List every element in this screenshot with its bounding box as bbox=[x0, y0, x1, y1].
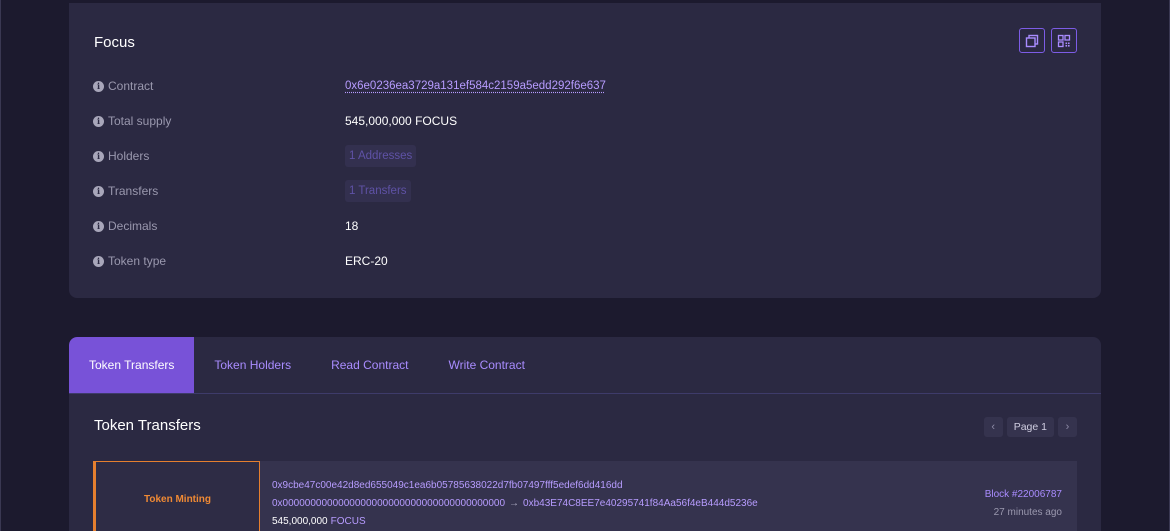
tx-meta: Block #22006787 27 minutes ago bbox=[985, 486, 1062, 522]
detail-row-holders: i Holders 1 Addresses bbox=[93, 145, 417, 167]
detail-row-transfers: i Transfers 1 Transfers bbox=[93, 180, 411, 202]
tab-bar: Token Transfers Token Holders Read Contr… bbox=[69, 337, 1101, 394]
copy-icon bbox=[1025, 34, 1039, 47]
holders-badge[interactable]: 1 Addresses bbox=[345, 145, 417, 167]
token-title: Focus bbox=[94, 34, 135, 51]
info-icon: i bbox=[93, 255, 104, 267]
tab-write-contract[interactable]: Write Contract bbox=[428, 337, 544, 393]
token-details-card: Focus i Contract 0x6e0236ea3729a131ef584… bbox=[69, 3, 1101, 298]
detail-label: Total supply bbox=[108, 114, 172, 128]
contract-address-link[interactable]: 0x6e0236ea3729a131ef584c2159a5edd292f6e6… bbox=[345, 80, 606, 92]
tx-amount: 545,000,000 bbox=[272, 515, 328, 527]
detail-row-total-supply: i Total supply 545,000,000 FOCUS bbox=[93, 111, 457, 131]
token-tabs-card: Token Transfers Token Holders Read Contr… bbox=[69, 337, 1101, 531]
info-icon: i bbox=[93, 115, 104, 127]
to-address-link[interactable]: 0xb43E74C8EE7e40295741f84Aa56f4eB444d523… bbox=[523, 498, 758, 509]
transfers-badge[interactable]: 1 Transfers bbox=[345, 180, 411, 202]
tab-token-holders[interactable]: Token Holders bbox=[194, 337, 311, 393]
detail-label: Holders bbox=[108, 149, 150, 163]
detail-label: Contract bbox=[108, 79, 154, 93]
info-icon: i bbox=[93, 150, 104, 162]
total-supply-value: 545,000,000 FOCUS bbox=[345, 114, 458, 128]
tx-timestamp: 27 minutes ago bbox=[993, 507, 1062, 518]
page-indicator: Page 1 bbox=[1006, 417, 1054, 437]
detail-row-decimals: i Decimals 18 bbox=[93, 216, 358, 236]
tx-details: 0x9cbe47c00e42d8ed655049c1ea6b0578563802… bbox=[272, 476, 758, 530]
copy-button[interactable] bbox=[1019, 28, 1045, 53]
detail-label: Token type bbox=[108, 254, 167, 268]
detail-row-token-type: i Token type ERC-20 bbox=[93, 251, 388, 271]
table-row: Token Minting 0x9cbe47c00e42d8ed655049c1… bbox=[93, 461, 1077, 531]
info-icon: i bbox=[93, 80, 104, 92]
token-symbol-link[interactable]: FOCUS bbox=[331, 516, 366, 527]
tab-read-contract[interactable]: Read Contract bbox=[311, 337, 428, 393]
chevron-left-icon[interactable]: ‹ bbox=[983, 417, 1003, 437]
block-link[interactable]: Block #22006787 bbox=[985, 486, 1062, 504]
section-title: Token Transfers bbox=[94, 417, 201, 434]
info-icon: i bbox=[93, 220, 104, 232]
detail-label: Transfers bbox=[108, 184, 159, 198]
tab-token-transfers[interactable]: Token Transfers bbox=[69, 337, 195, 393]
arrow-right-icon: → bbox=[509, 497, 520, 509]
qr-code-button[interactable] bbox=[1051, 28, 1077, 53]
pagination: ‹ Page 1 › bbox=[983, 417, 1077, 437]
tx-hash-link[interactable]: 0x9cbe47c00e42d8ed655049c1ea6b0578563802… bbox=[272, 480, 623, 491]
qr-code-icon bbox=[1057, 34, 1071, 47]
detail-label: Decimals bbox=[108, 219, 158, 233]
window-edge-left bbox=[0, 0, 1, 531]
card-action-buttons bbox=[1019, 28, 1077, 53]
token-type-value: ERC-20 bbox=[345, 254, 388, 268]
tx-type-badge: Token Minting bbox=[93, 461, 260, 531]
detail-row-contract: i Contract 0x6e0236ea3729a131ef584c2159a… bbox=[93, 76, 606, 96]
info-icon: i bbox=[93, 185, 104, 197]
decimals-value: 18 bbox=[345, 219, 359, 233]
from-address-link[interactable]: 0x00000000000000000000000000000000000000… bbox=[272, 498, 505, 509]
chevron-right-icon[interactable]: › bbox=[1058, 417, 1077, 437]
